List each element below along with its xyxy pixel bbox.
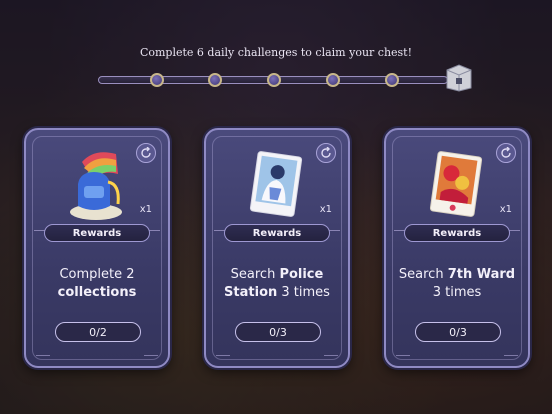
corner-flourish	[36, 341, 50, 356]
challenge-task-text: Search Police Station 3 times	[214, 266, 340, 302]
task-highlight: collections	[57, 285, 137, 300]
task-highlight: 7th Ward	[447, 267, 516, 282]
reward-quantity: x1	[139, 204, 152, 215]
chest-icon[interactable]	[444, 64, 474, 92]
rewards-label: Rewards	[224, 224, 330, 242]
milestone-node	[385, 73, 399, 87]
rewards-label: Rewards	[404, 224, 510, 242]
task-prefix: Complete 2	[59, 267, 135, 282]
corner-flourish	[504, 341, 518, 356]
corner-flourish	[144, 341, 158, 356]
reward-quantity: x1	[499, 204, 512, 215]
challenge-progress-pill: 0/2	[55, 322, 141, 342]
challenge-progress-pill: 0/3	[235, 322, 321, 342]
task-prefix: Search	[398, 267, 448, 282]
milestone-node	[150, 73, 164, 87]
reward-quantity: x1	[319, 204, 332, 215]
challenge-task-text: Complete 2 collections	[34, 266, 160, 302]
task-prefix: Search	[230, 267, 280, 282]
refresh-icon[interactable]	[316, 143, 336, 163]
task-suffix: 3 times	[432, 285, 482, 300]
challenge-card-3[interactable]: x1 Rewards Search 7th Ward 3 times 0/3	[384, 128, 530, 368]
challenge-card-2[interactable]: x1 Rewards Search Police Station 3 times…	[204, 128, 350, 368]
challenge-card-1[interactable]: x1 Rewards Complete 2 collections 0/2	[24, 128, 170, 368]
challenge-task-text: Search 7th Ward 3 times	[394, 266, 520, 302]
flowers-card-icon	[424, 144, 488, 224]
milestone-node	[326, 73, 340, 87]
task-suffix: 3 times	[277, 285, 330, 300]
corner-flourish	[324, 341, 338, 356]
refresh-icon[interactable]	[136, 143, 156, 163]
character-card-icon	[244, 144, 308, 224]
challenge-banner-text: Complete 6 daily challenges to claim you…	[139, 46, 413, 59]
refresh-icon[interactable]	[496, 143, 516, 163]
rainbow-backpack-icon	[64, 144, 128, 224]
milestone-node	[208, 73, 222, 87]
milestone-node	[267, 73, 281, 87]
corner-flourish	[216, 341, 230, 356]
challenge-progress-pill: 0/3	[415, 322, 501, 342]
rewards-label: Rewards	[44, 224, 150, 242]
corner-flourish	[396, 341, 410, 356]
